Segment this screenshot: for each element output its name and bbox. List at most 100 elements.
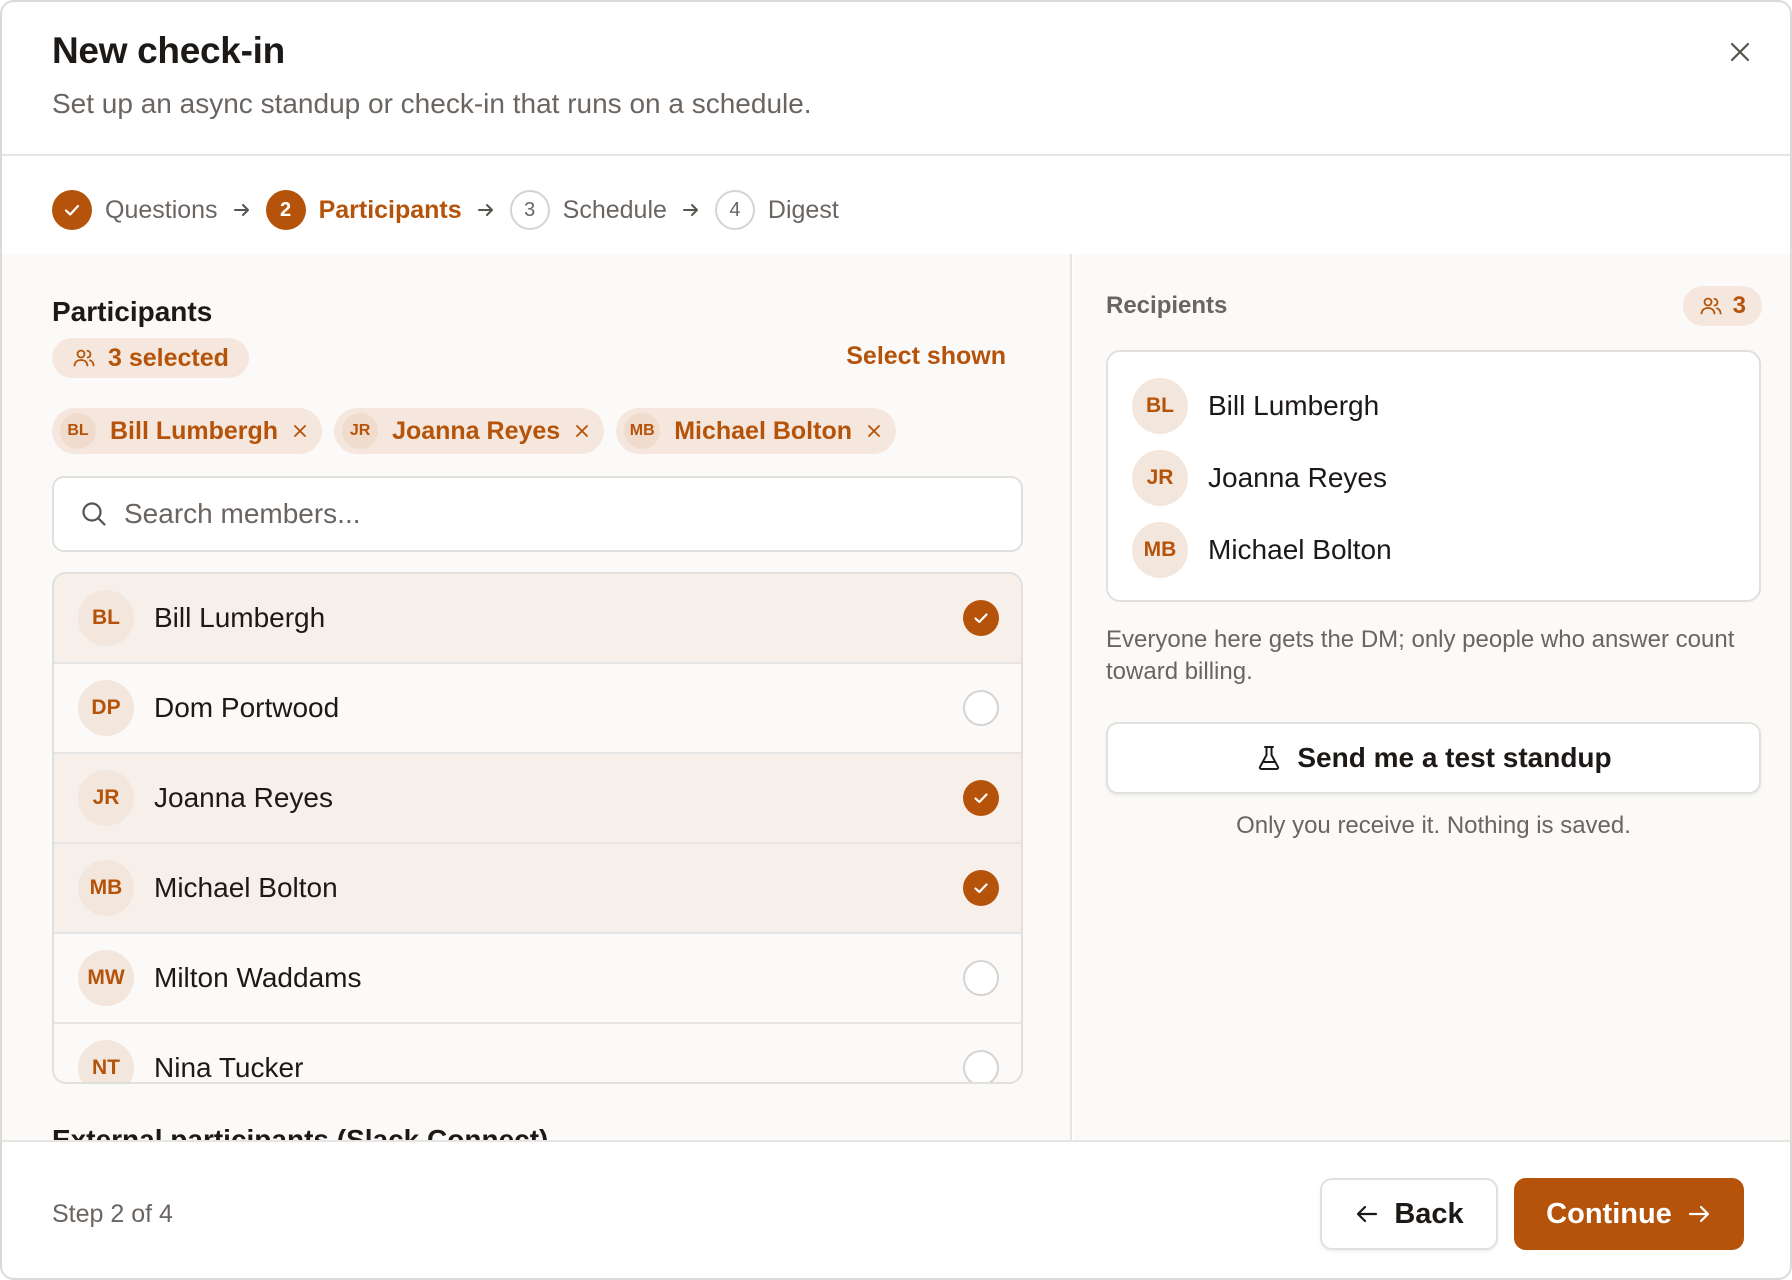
- chip-remove-button[interactable]: [292, 423, 308, 439]
- close-icon: [868, 425, 880, 437]
- step-number: 4: [714, 190, 755, 230]
- member-list[interactable]: BL Bill Lumbergh DP Dom Portwood JR Joan…: [52, 572, 1023, 1084]
- test-note: Only you receive it. Nothing is saved.: [1236, 812, 1631, 839]
- avatar: BL: [78, 590, 134, 646]
- continue-label: Continue: [1546, 1197, 1672, 1230]
- recipients-list: BL Bill Lumbergh JR Joanna Reyes MB Mich…: [1106, 350, 1761, 602]
- recipients-pane: Recipients 3 BL Bill Lumbergh JR Joanna …: [1074, 254, 1790, 1142]
- avatar: JR: [1132, 450, 1188, 506]
- chip-name: Bill Lumbergh: [110, 416, 279, 445]
- back-button[interactable]: Back: [1320, 1178, 1498, 1250]
- selected-count-text: 3 selected: [108, 343, 229, 372]
- list-item: BL Bill Lumbergh: [1108, 370, 1759, 442]
- recipients-label: Recipients: [1106, 292, 1228, 319]
- participants-pane: Participants 3 selected Select shown BL …: [2, 254, 1072, 1142]
- step-digest[interactable]: 4 Digest: [714, 190, 839, 230]
- recipient-name: Bill Lumbergh: [1208, 390, 1380, 421]
- member-name: Michael Bolton: [154, 872, 338, 903]
- avatar: MB: [1132, 522, 1188, 578]
- close-icon: [1730, 42, 1750, 62]
- close-button[interactable]: [1720, 32, 1760, 72]
- member-checkbox[interactable]: [963, 600, 999, 636]
- step-label: Digest: [767, 195, 839, 224]
- member-search-box: [52, 476, 1023, 552]
- member-name: Milton Waddams: [154, 962, 362, 993]
- send-test-standup-button[interactable]: Send me a test standup: [1106, 722, 1761, 794]
- recipient-name: Michael Bolton: [1208, 534, 1392, 565]
- dialog-header: New check-in Set up an async standup or …: [2, 2, 1790, 156]
- close-icon: [294, 425, 306, 437]
- continue-button[interactable]: Continue: [1514, 1178, 1744, 1250]
- recipients-count-badge: 3: [1682, 286, 1762, 326]
- check-icon: [974, 793, 988, 804]
- member-checkbox[interactable]: [963, 780, 999, 816]
- member-checkbox[interactable]: [963, 690, 999, 726]
- step-participants[interactable]: 2 Participants: [265, 190, 462, 230]
- avatar: NT: [78, 1040, 134, 1082]
- chip-name: Michael Bolton: [674, 416, 852, 445]
- member-name: Nina Tucker: [154, 1052, 304, 1083]
- avatar: BL: [1132, 378, 1188, 434]
- avatar: MB: [78, 860, 134, 916]
- member-checkbox[interactable]: [963, 960, 999, 996]
- list-item[interactable]: MB Michael Bolton: [54, 844, 1021, 934]
- list-item: JR Joanna Reyes: [1108, 442, 1759, 514]
- step-number: 2: [265, 190, 306, 230]
- stepper: Questions 2 Participants 3 Schedule 4 Di…: [52, 190, 839, 230]
- list-item[interactable]: MW Milton Waddams: [54, 934, 1021, 1024]
- recipient-name: Joanna Reyes: [1208, 462, 1388, 493]
- step-questions[interactable]: Questions: [52, 190, 218, 230]
- users-icon: [1700, 297, 1722, 315]
- arrow-left-icon: [1357, 1205, 1378, 1223]
- close-icon: [576, 425, 589, 437]
- participant-chip: MB Michael Bolton: [616, 408, 896, 454]
- flask-icon: [1259, 746, 1280, 770]
- list-item[interactable]: DP Dom Portwood: [54, 664, 1021, 754]
- avatar: JR: [342, 413, 379, 449]
- chip-remove-button[interactable]: [866, 423, 882, 439]
- member-checkbox[interactable]: [963, 870, 999, 906]
- avatar: JR: [78, 770, 134, 826]
- chip-remove-button[interactable]: [574, 423, 590, 439]
- dialog-body: Participants 3 selected Select shown BL …: [2, 254, 1790, 1142]
- member-name: Bill Lumbergh: [154, 602, 326, 633]
- step-label: Questions: [105, 195, 218, 224]
- list-item: MB Michael Bolton: [1108, 514, 1759, 586]
- member-name: Joanna Reyes: [154, 782, 334, 813]
- search-input[interactable]: [124, 498, 974, 530]
- avatar: DP: [78, 680, 134, 736]
- participants-title: Participants: [52, 296, 213, 327]
- step-label: Participants: [318, 195, 462, 224]
- list-item[interactable]: BL Bill Lumbergh: [54, 574, 1021, 664]
- back-label: Back: [1394, 1197, 1464, 1230]
- dialog-footer: Step 2 of 4 Back Continue: [2, 1140, 1790, 1278]
- participant-chip: BL Bill Lumbergh: [52, 408, 323, 454]
- dialog-title: New check-in: [52, 30, 285, 71]
- new-checkin-dialog: New check-in Set up an async standup or …: [0, 0, 1792, 1280]
- participant-chip: JR Joanna Reyes: [334, 408, 605, 454]
- arrow-right-icon: [1688, 1205, 1709, 1223]
- check-icon: [64, 204, 80, 216]
- step-number: 3: [509, 190, 550, 230]
- member-name: Dom Portwood: [154, 692, 340, 723]
- check-icon: [974, 613, 988, 624]
- test-button-label: Send me a test standup: [1297, 742, 1612, 773]
- select-shown-link[interactable]: Select shown: [846, 342, 1006, 371]
- arrow-right-icon: [232, 200, 252, 220]
- step-label: Schedule: [562, 195, 667, 224]
- search-icon: [82, 502, 106, 526]
- step-counter: Step 2 of 4: [52, 1200, 173, 1228]
- list-item[interactable]: JR Joanna Reyes: [54, 754, 1021, 844]
- arrow-right-icon: [681, 200, 701, 220]
- avatar: MB: [624, 413, 661, 449]
- users-icon: [73, 349, 95, 367]
- member-checkbox[interactable]: [963, 1050, 999, 1082]
- list-item[interactable]: NT Nina Tucker: [54, 1024, 1021, 1083]
- selected-count-badge: 3 selected: [52, 338, 249, 378]
- chip-name: Joanna Reyes: [392, 416, 561, 445]
- avatar: BL: [60, 413, 96, 449]
- dialog-subtitle: Set up an async standup or check-in that…: [52, 88, 812, 119]
- selected-chips: BL Bill Lumbergh JR Joanna Reyes MB Mich…: [52, 408, 896, 454]
- step-schedule[interactable]: 3 Schedule: [509, 190, 667, 230]
- recipients-count: 3: [1732, 292, 1746, 319]
